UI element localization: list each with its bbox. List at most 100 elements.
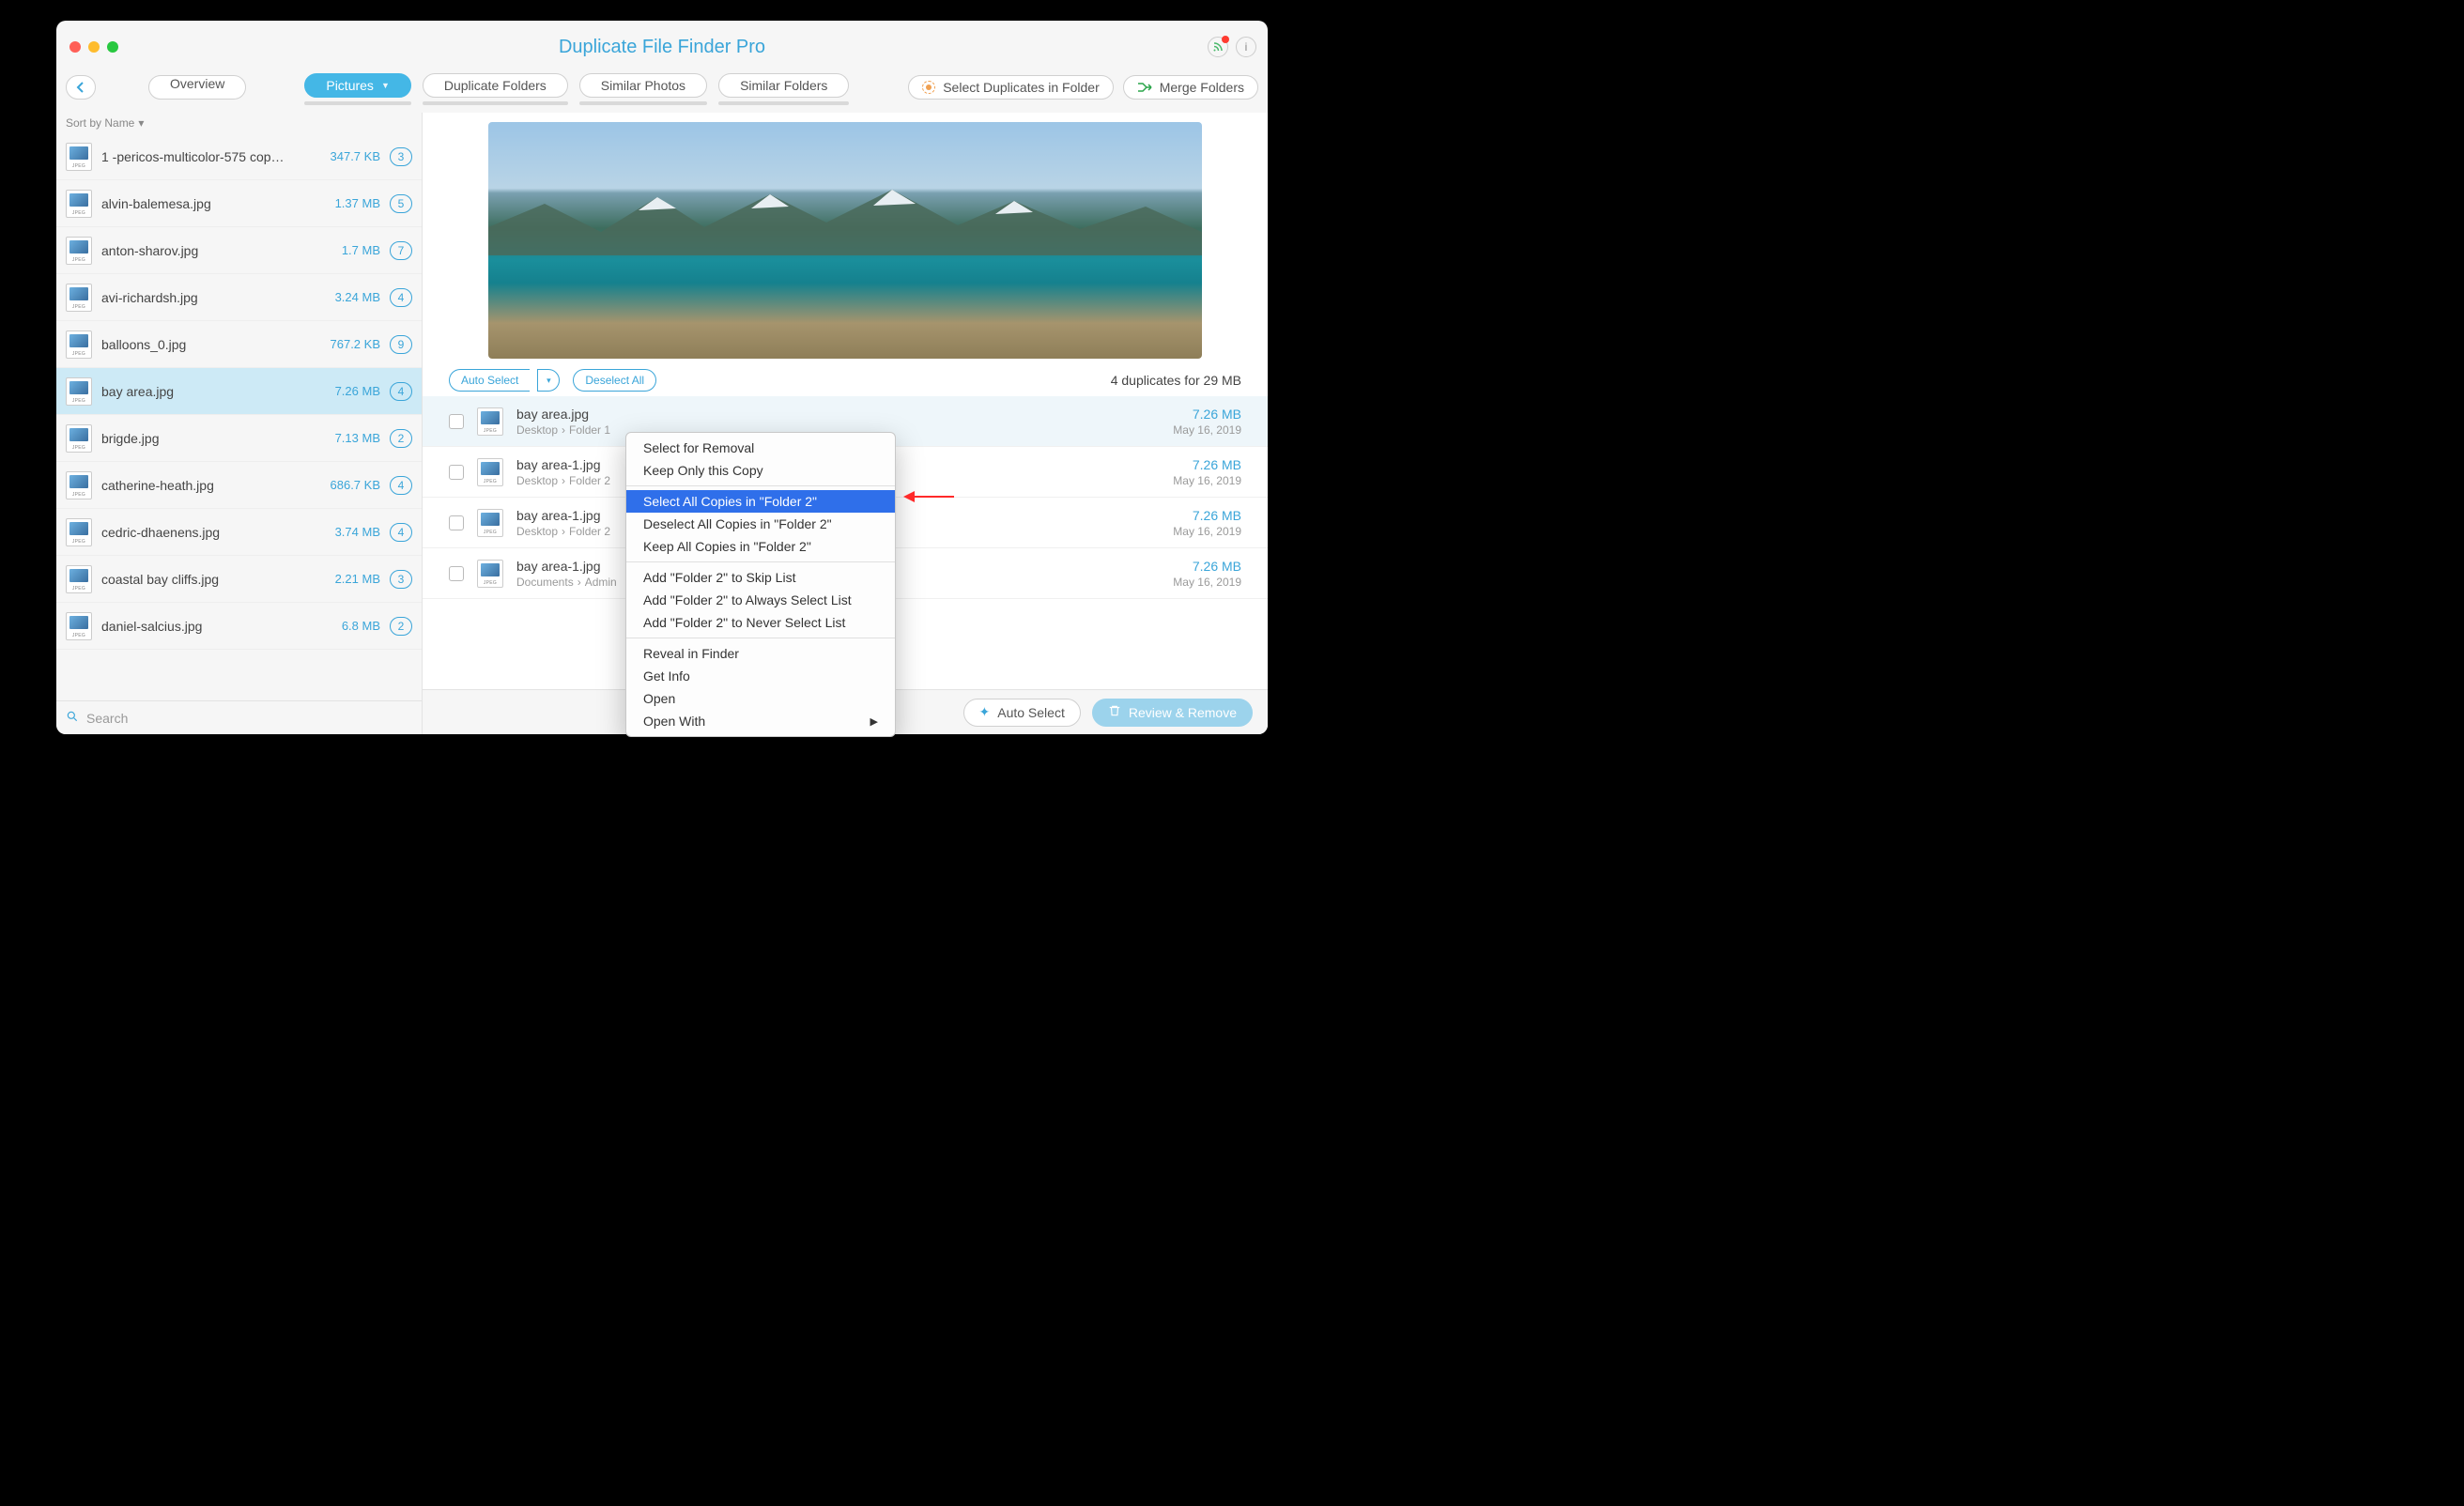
context-menu-item[interactable]: Add "Folder 2" to Never Select List bbox=[626, 611, 895, 634]
file-row[interactable]: anton-sharov.jpg1.7 MB7 bbox=[56, 227, 422, 274]
file-row[interactable]: cedric-dhaenens.jpg 3.74 MB 4 bbox=[56, 509, 422, 556]
jpeg-icon bbox=[66, 518, 92, 546]
annotation-arrow bbox=[903, 489, 956, 509]
target-icon bbox=[922, 81, 935, 94]
jpeg-icon bbox=[66, 612, 92, 640]
minimize-icon[interactable] bbox=[88, 41, 100, 53]
file-name: anton-sharov.jpg bbox=[101, 243, 305, 258]
traffic-lights bbox=[56, 41, 118, 53]
select-duplicates-label: Select Duplicates in Folder bbox=[943, 80, 1100, 95]
file-size: 6.8 MB bbox=[315, 619, 380, 633]
rss-icon[interactable] bbox=[1208, 37, 1228, 57]
dup-file-date: May 16, 2019 bbox=[1173, 576, 1241, 589]
context-menu-item[interactable]: Select All Copies in "Folder 2" bbox=[626, 490, 895, 513]
chevron-down-icon: ▾ bbox=[138, 116, 144, 130]
duplicate-count-badge: 2 bbox=[390, 429, 412, 448]
context-menu-item[interactable]: Select for Removal bbox=[626, 437, 895, 459]
search-placeholder: Search bbox=[86, 711, 128, 726]
sort-dropdown[interactable]: Sort by Name ▾ bbox=[56, 113, 422, 133]
file-name: avi-richardsh.jpg bbox=[101, 290, 305, 305]
duplicate-count-badge: 3 bbox=[390, 147, 412, 166]
auto-select-button[interactable]: Auto Select bbox=[449, 369, 530, 392]
duplicate-count-badge: 2 bbox=[390, 617, 412, 636]
context-menu-item[interactable]: Deselect All Copies in "Folder 2" bbox=[626, 513, 895, 535]
file-row[interactable]: catherine-heath.jpg686.7 KB4 bbox=[56, 462, 422, 509]
file-size: 686.7 KB bbox=[315, 478, 380, 492]
dup-file-size: 7.26 MB bbox=[1173, 559, 1241, 574]
jpeg-icon bbox=[66, 143, 92, 171]
context-menu-item[interactable]: Get Info bbox=[626, 665, 895, 687]
dup-file-name: bay area.jpg bbox=[516, 407, 1160, 422]
search-icon bbox=[66, 710, 79, 726]
zoom-icon[interactable] bbox=[107, 41, 118, 53]
file-name: cedric-dhaenens.jpg bbox=[101, 525, 305, 540]
duplicate-count-badge: 4 bbox=[390, 523, 412, 542]
overview-button[interactable]: Overview bbox=[148, 75, 246, 100]
context-menu[interactable]: Select for RemovalKeep Only this Copy Sel… bbox=[625, 432, 896, 737]
review-remove-button[interactable]: Review & Remove bbox=[1092, 699, 1253, 727]
jpeg-icon bbox=[66, 565, 92, 593]
context-menu-item[interactable]: Open With▶ bbox=[626, 710, 895, 732]
search-input[interactable]: Search bbox=[56, 700, 422, 734]
file-row[interactable]: bay area.jpg7.26 MB4 bbox=[56, 368, 422, 415]
checkbox[interactable] bbox=[449, 515, 464, 530]
submenu-arrow-icon: ▶ bbox=[870, 715, 878, 728]
back-button[interactable] bbox=[66, 75, 96, 100]
file-row[interactable]: coastal bay cliffs.jpg2.21 MB3 bbox=[56, 556, 422, 603]
deselect-all-button[interactable]: Deselect All bbox=[573, 369, 656, 392]
context-menu-item[interactable]: Keep Only this Copy bbox=[626, 459, 895, 482]
duplicate-summary: 4 duplicates for 29 MB bbox=[1111, 373, 1241, 388]
file-name: alvin-balemesa.jpg bbox=[101, 196, 305, 211]
context-menu-item[interactable]: Add "Folder 2" to Skip List bbox=[626, 566, 895, 589]
file-name: catherine-heath.jpg bbox=[101, 478, 305, 493]
jpeg-icon bbox=[66, 284, 92, 312]
checkbox[interactable] bbox=[449, 465, 464, 480]
merge-icon bbox=[1137, 82, 1152, 93]
checkbox[interactable] bbox=[449, 414, 464, 429]
file-size: 3.24 MB bbox=[315, 290, 380, 304]
duplicate-count-badge: 4 bbox=[390, 288, 412, 307]
titlebar: Duplicate File Finder Pro i bbox=[56, 21, 1268, 73]
selection-bar: Auto Select ▾ Deselect All 4 duplicates … bbox=[423, 364, 1268, 396]
file-name: 1 -pericos-multicolor-575 cop… bbox=[101, 149, 305, 164]
auto-select-menu[interactable]: ▾ bbox=[537, 369, 560, 392]
jpeg-icon bbox=[477, 458, 503, 486]
sidebar: Sort by Name ▾ 1 -pericos-multicolor-575… bbox=[56, 113, 423, 734]
wand-icon: ✦ bbox=[979, 704, 991, 720]
file-row[interactable]: avi-richardsh.jpg 3.24 MB 4 bbox=[56, 274, 422, 321]
footer-auto-select-button[interactable]: ✦ Auto Select bbox=[963, 699, 1081, 727]
duplicate-count-badge: 7 bbox=[390, 241, 412, 260]
file-row[interactable]: daniel-salcius.jpg6.8 MB2 bbox=[56, 603, 422, 650]
select-duplicates-button[interactable]: Select Duplicates in Folder bbox=[908, 75, 1114, 100]
jpeg-icon bbox=[66, 471, 92, 499]
file-row[interactable]: balloons_0.jpg767.2 KB9 bbox=[56, 321, 422, 368]
toolbar: Overview Pictures▼293 MBDuplicate Folder… bbox=[56, 73, 1268, 113]
context-menu-item[interactable]: Open bbox=[626, 687, 895, 710]
merge-folders-button[interactable]: Merge Folders bbox=[1123, 75, 1258, 100]
context-menu-item[interactable]: Add "Folder 2" to Always Select List bbox=[626, 589, 895, 611]
info-icon[interactable]: i bbox=[1236, 37, 1256, 57]
file-size: 767.2 KB bbox=[315, 337, 380, 351]
jpeg-icon bbox=[477, 509, 503, 537]
checkbox[interactable] bbox=[449, 566, 464, 581]
merge-folders-label: Merge Folders bbox=[1160, 80, 1244, 95]
dup-file-date: May 16, 2019 bbox=[1173, 525, 1241, 538]
file-size: 7.26 MB bbox=[315, 384, 380, 398]
jpeg-icon bbox=[66, 237, 92, 265]
file-size: 1.37 MB bbox=[315, 196, 380, 210]
file-name: brigde.jpg bbox=[101, 431, 305, 446]
file-row[interactable]: 1 -pericos-multicolor-575 cop…347.7 KB3 bbox=[56, 133, 422, 180]
file-row[interactable]: alvin-balemesa.jpg1.37 MB5 bbox=[56, 180, 422, 227]
file-size: 3.74 MB bbox=[315, 525, 380, 539]
context-menu-item[interactable]: Keep All Copies in "Folder 2" bbox=[626, 535, 895, 558]
jpeg-icon bbox=[477, 560, 503, 588]
dup-file-size: 7.26 MB bbox=[1173, 407, 1241, 422]
file-size: 7.13 MB bbox=[315, 431, 380, 445]
context-menu-item[interactable]: Reveal in Finder bbox=[626, 642, 895, 665]
file-name: balloons_0.jpg bbox=[101, 337, 305, 352]
image-preview bbox=[488, 122, 1202, 359]
dup-file-date: May 16, 2019 bbox=[1173, 423, 1241, 437]
file-size: 2.21 MB bbox=[315, 572, 380, 586]
file-row[interactable]: brigde.jpg 7.13 MB 2 bbox=[56, 415, 422, 462]
close-icon[interactable] bbox=[69, 41, 81, 53]
